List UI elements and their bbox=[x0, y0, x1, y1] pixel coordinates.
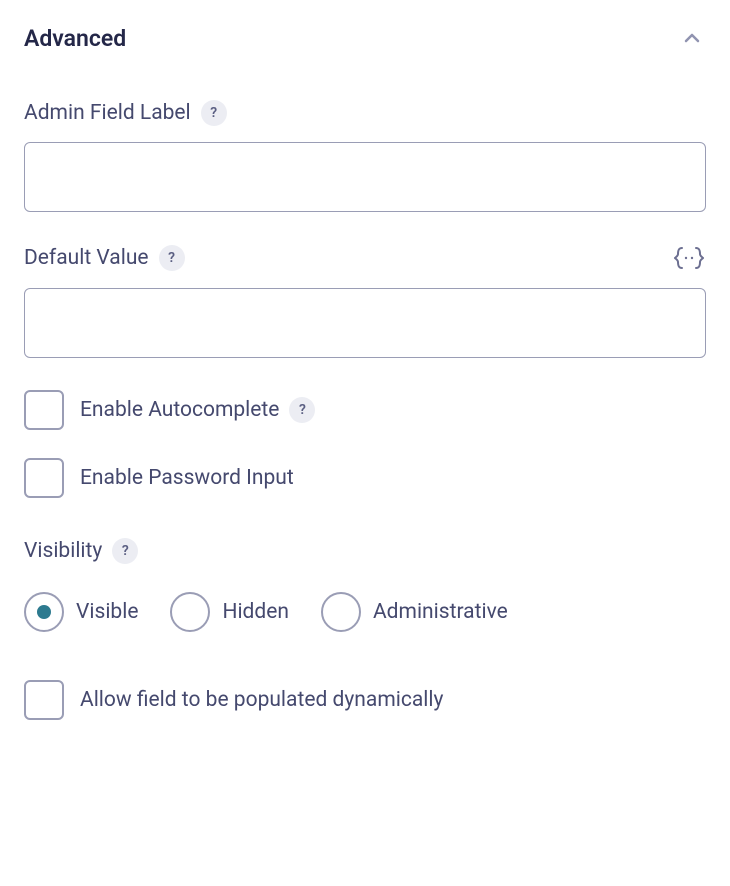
help-icon[interactable]: ? bbox=[289, 397, 315, 423]
visibility-radio-group: Visible Hidden Administrative bbox=[24, 592, 706, 632]
help-icon[interactable]: ? bbox=[201, 100, 227, 126]
help-icon[interactable]: ? bbox=[112, 538, 138, 564]
default-value-input[interactable] bbox=[24, 288, 706, 358]
radio-hidden-label: Hidden bbox=[222, 600, 289, 624]
visibility-option-administrative[interactable]: Administrative bbox=[321, 592, 508, 632]
visibility-label: Visibility bbox=[24, 539, 102, 563]
section-header: Advanced bbox=[24, 24, 706, 52]
enable-autocomplete-row: Enable Autocomplete ? bbox=[24, 390, 706, 430]
visibility-option-visible[interactable]: Visible bbox=[24, 592, 138, 632]
allow-dynamic-population-row: Allow field to be populated dynamically bbox=[24, 680, 706, 720]
default-value-group: Default Value ? bbox=[24, 244, 706, 358]
chevron-up-icon[interactable] bbox=[678, 24, 706, 52]
admin-field-label-text: Admin Field Label bbox=[24, 101, 191, 125]
default-value-label: Default Value bbox=[24, 246, 149, 270]
enable-password-input-row: Enable Password Input bbox=[24, 458, 706, 498]
radio-administrative[interactable] bbox=[321, 592, 361, 632]
merge-tag-icon[interactable] bbox=[672, 244, 706, 272]
admin-field-label-input[interactable] bbox=[24, 142, 706, 212]
allow-dynamic-population-label: Allow field to be populated dynamically bbox=[80, 688, 443, 712]
enable-password-input-checkbox[interactable] bbox=[24, 458, 64, 498]
radio-hidden[interactable] bbox=[170, 592, 210, 632]
enable-autocomplete-checkbox[interactable] bbox=[24, 390, 64, 430]
section-title: Advanced bbox=[24, 25, 126, 52]
enable-password-input-label: Enable Password Input bbox=[80, 466, 294, 490]
admin-field-label-group: Admin Field Label ? bbox=[24, 100, 706, 212]
radio-visible-label: Visible bbox=[76, 600, 138, 624]
radio-visible[interactable] bbox=[24, 592, 64, 632]
enable-autocomplete-label: Enable Autocomplete bbox=[80, 398, 279, 422]
allow-dynamic-population-checkbox[interactable] bbox=[24, 680, 64, 720]
help-icon[interactable]: ? bbox=[159, 245, 185, 271]
visibility-option-hidden[interactable]: Hidden bbox=[170, 592, 289, 632]
visibility-section: Visibility ? Visible Hidden Administrati… bbox=[24, 538, 706, 632]
radio-administrative-label: Administrative bbox=[373, 600, 508, 624]
